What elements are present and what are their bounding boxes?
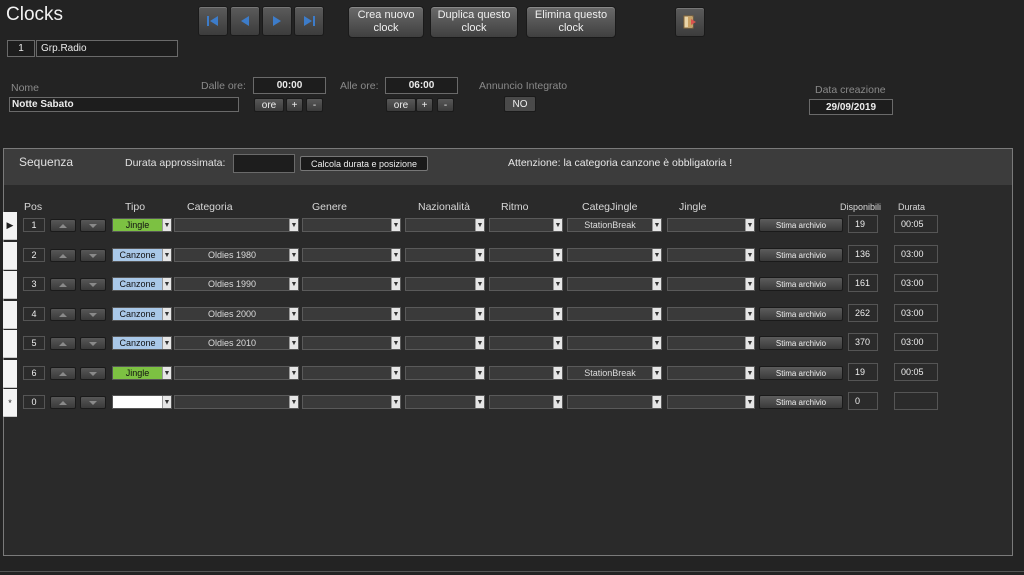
dalle-ore-label: Dalle ore: xyxy=(201,80,246,92)
first-record-button[interactable] xyxy=(198,6,228,36)
row-selector[interactable] xyxy=(3,360,17,388)
nome-field[interactable]: Notte Sabato xyxy=(9,97,239,112)
col-disponibili: Disponibili xyxy=(840,202,882,212)
row-selector[interactable] xyxy=(3,301,17,329)
durata-approssimata-field[interactable] xyxy=(233,154,295,173)
col-durata: Durata xyxy=(898,202,926,212)
dalle-plus-button[interactable]: + xyxy=(286,98,303,112)
calcola-durata-button[interactable]: Calcola durata e posizione xyxy=(300,156,428,171)
bottom-divider xyxy=(0,571,1024,572)
group-field[interactable]: Grp.Radio xyxy=(36,40,178,57)
dalle-minus-button[interactable]: - xyxy=(306,98,323,112)
annuncio-label: Annuncio Integrato xyxy=(479,80,568,92)
previous-record-button[interactable] xyxy=(230,6,260,36)
col-jingle: Jingle xyxy=(679,201,707,213)
last-record-button[interactable] xyxy=(294,6,324,36)
col-ritmo: Ritmo xyxy=(501,201,529,213)
next-record-icon xyxy=(273,16,281,26)
first-record-icon xyxy=(207,16,218,26)
row-selector[interactable]: * xyxy=(3,389,17,417)
previous-record-icon xyxy=(241,16,249,26)
alle-ore-label: Alle ore: xyxy=(340,80,379,92)
sequenza-title: Sequenza xyxy=(19,155,74,169)
delete-clock-button[interactable]: Elimina questo clock xyxy=(526,6,616,38)
col-tipo: Tipo xyxy=(125,201,146,213)
duplicate-clock-button[interactable]: Duplica questo clock xyxy=(430,6,518,38)
last-record-icon xyxy=(304,16,315,26)
row-selector[interactable] xyxy=(3,330,17,358)
col-categjingle: CategJingle xyxy=(582,201,638,213)
col-nazionalita: Nazionalità xyxy=(418,201,470,213)
durata-approssimata-label: Durata approssimata: xyxy=(125,157,226,169)
data-creazione-label: Data creazione xyxy=(815,84,886,96)
row-selector[interactable] xyxy=(3,271,17,299)
row-selector[interactable]: ▶ xyxy=(3,212,17,240)
col-categoria: Categoria xyxy=(187,201,233,213)
data-creazione-field[interactable]: 29/09/2019 xyxy=(809,99,893,115)
new-clock-button[interactable]: Crea nuovo clock xyxy=(348,6,424,38)
col-pos: Pos xyxy=(24,201,43,213)
row-selector[interactable] xyxy=(3,242,17,270)
exit-icon xyxy=(683,15,696,29)
page-title: Clocks xyxy=(6,4,64,25)
alle-minus-button[interactable]: - xyxy=(437,98,454,112)
alle-ore-field[interactable]: 06:00 xyxy=(385,77,458,94)
annuncio-toggle[interactable]: NO xyxy=(504,96,536,112)
next-record-button[interactable] xyxy=(262,6,292,36)
nome-label: Nome xyxy=(11,82,40,94)
alle-ore-button[interactable]: ore xyxy=(386,98,416,112)
exit-button[interactable] xyxy=(675,7,705,37)
col-genere: Genere xyxy=(312,201,348,213)
clock-id-field[interactable]: 1 xyxy=(7,40,35,57)
dalle-ore-button[interactable]: ore xyxy=(254,98,284,112)
dalle-ore-field[interactable]: 00:00 xyxy=(253,77,326,94)
obbligatoria-warning: Attenzione: la categoria canzone è obbli… xyxy=(508,157,733,169)
alle-plus-button[interactable]: + xyxy=(416,98,433,112)
